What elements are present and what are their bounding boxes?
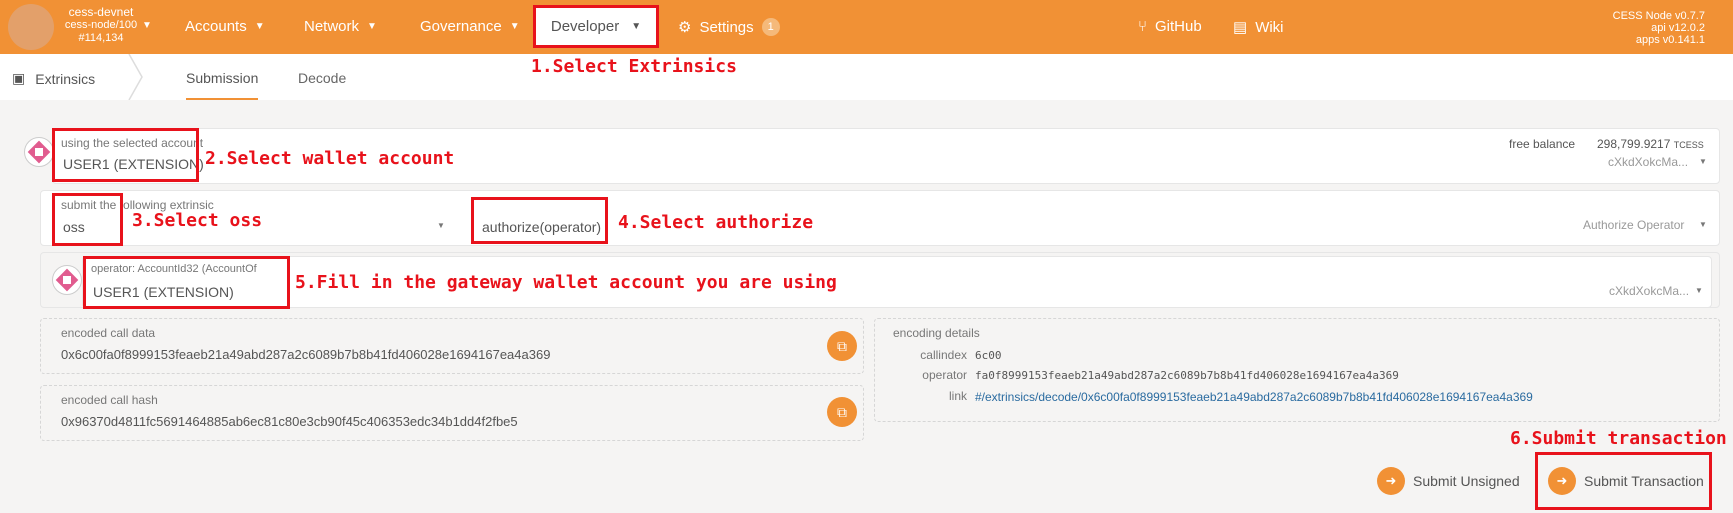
annotation-step4: 4.Select authorize [618, 212, 814, 233]
copy-icon[interactable]: ⧉ [827, 331, 857, 361]
field-label: encoded call data [61, 326, 156, 340]
account-identicon [24, 137, 54, 167]
section-label: Extrinsics [35, 70, 96, 87]
chevron-down-icon: ▼ [367, 21, 377, 32]
nav-label: Settings [699, 18, 754, 36]
extrinsic-section: submit the following extrinsic oss ▼ aut… [40, 190, 1720, 246]
annotation-step5: 5.Fill in the gateway wallet account you… [295, 272, 837, 293]
chevron-down-icon[interactable]: ▼ [1695, 286, 1703, 295]
chain-node: cess-node/100 [64, 19, 138, 31]
chain-block: #114,134 [78, 32, 124, 44]
decode-link[interactable]: #/extrinsics/decode/0x6c00fa0f8999153fea… [975, 390, 1533, 404]
chain-logo[interactable] [8, 4, 54, 50]
operator-label: operator [922, 368, 967, 382]
annotation-box [533, 5, 659, 48]
button-label: Submit Unsigned [1413, 473, 1520, 489]
field-label: encoded call hash [61, 393, 158, 407]
chain-selector[interactable]: cess-devnet cess-node/100 #114,134 [56, 6, 146, 45]
link-label: GitHub [1155, 18, 1202, 35]
call-doc: Authorize Operator [1583, 218, 1685, 232]
node-version: CESS Node v0.7.7 [1612, 10, 1705, 22]
operator-identicon [52, 265, 82, 295]
tab-submission[interactable]: Submission [186, 70, 259, 100]
book-icon: ▤ [1233, 19, 1248, 36]
operator-value: fa0f8999153feaeb21a49abd287a2c6089b7b8b4… [975, 369, 1399, 382]
link-label: Wiki [1255, 18, 1284, 36]
annotation-box [83, 256, 290, 309]
notification-badge: 1 [761, 18, 780, 36]
address-short: cXkdXokcMa... [1608, 155, 1689, 169]
encoded-call-data-value: 0x6c00fa0f8999153feaeb21a49abd287a2c6089… [61, 347, 551, 362]
branch-icon: ⑂ [1138, 18, 1148, 35]
copy-icon[interactable]: ⧉ [827, 397, 857, 427]
apps-version: apps v0.141.1 [1635, 34, 1705, 46]
briefcase-icon: ▣ [12, 70, 26, 86]
encoded-call-hash-value: 0x96370d4811fc5691464885ab6ec81c80e3cb90… [61, 414, 518, 429]
annotation-step2: 2.Select wallet account [205, 148, 455, 169]
top-bar: cess-devnet cess-node/100 #114,134 ▼ Acc… [0, 0, 1733, 54]
chevron-down-icon: ▼ [254, 21, 265, 32]
tab-decode[interactable]: Decode [298, 70, 346, 86]
address-short: cXkdXokcMa... [1609, 284, 1690, 298]
encoding-details: encoding details callindex 6c00 operator… [874, 318, 1720, 422]
nav-network[interactable]: Network ▼ [304, 18, 377, 35]
chevron-down-icon[interactable]: ▼ [142, 20, 152, 31]
submit-unsigned-button[interactable]: ➜ Submit Unsigned [1377, 467, 1520, 495]
chevron-down-icon[interactable]: ▼ [1699, 220, 1707, 229]
nav-label: Governance [420, 18, 502, 35]
encoded-call-data: encoded call data 0x6c00fa0f8999153feaeb… [40, 318, 864, 374]
chevron-down-icon: ▼ [509, 21, 520, 32]
field-label: encoding details [893, 326, 980, 340]
balance-value: 298,799.9217 TCESS [1597, 137, 1704, 151]
chevron-down-icon[interactable]: ▼ [1699, 157, 1707, 166]
balance-amount: 298,799.9217 [1597, 137, 1671, 151]
annotation-step6: 6.Submit transaction [1510, 428, 1727, 449]
gear-icon: ⚙ [678, 19, 692, 36]
balance-unit: TCESS [1673, 140, 1704, 150]
nav-label: Network [304, 18, 360, 35]
breadcrumb-separator [128, 54, 143, 100]
chevron-down-icon[interactable]: ▼ [437, 221, 445, 230]
chain-name: cess-devnet [68, 5, 134, 19]
nav-accounts[interactable]: Accounts ▼ [185, 18, 265, 35]
encoded-call-hash: encoded call hash 0x96370d4811fc56914648… [40, 385, 864, 441]
balance-label: free balance [1509, 137, 1576, 151]
callindex-value: 6c00 [975, 349, 1002, 362]
sign-in-icon: ➜ [1377, 467, 1405, 495]
api-version: api v12.0.2 [1651, 22, 1705, 34]
annotation-box [52, 193, 123, 246]
wiki-link[interactable]: ▤ Wiki [1233, 18, 1284, 37]
annotation-step3: 3.Select oss [132, 210, 263, 231]
nav-label: Accounts [185, 18, 247, 35]
annotation-box [52, 128, 199, 182]
github-link[interactable]: ⑂ GitHub [1138, 18, 1202, 35]
link-label: link [948, 389, 967, 403]
sub-nav: ▣ Extrinsics Submission Decode [0, 54, 1733, 100]
annotation-box [471, 197, 608, 244]
callindex-label: callindex [920, 348, 967, 362]
annotation-step1: 1.Select Extrinsics [531, 56, 737, 77]
nav-settings[interactable]: ⚙ Settings 1 [678, 18, 780, 36]
node-info: CESS Node v0.7.7 api v12.0.2 apps v0.141… [1613, 10, 1705, 46]
section-extrinsics[interactable]: ▣ Extrinsics [12, 70, 95, 87]
annotation-box [1535, 452, 1712, 510]
nav-governance[interactable]: Governance ▼ [420, 18, 520, 35]
